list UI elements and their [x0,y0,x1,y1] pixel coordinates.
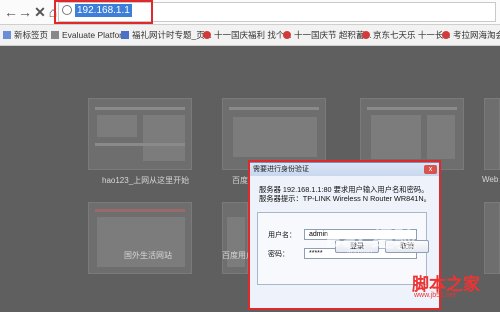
doc-icon [51,31,59,39]
dialog-titlebar: 需要进行身份验证 x [249,163,440,176]
bookmark-item[interactable]: 京东七天乐 十一长... [362,28,450,42]
fish-icon [283,31,291,39]
password-label: 密码： [268,251,289,258]
thumbnail-tile[interactable] [360,98,464,170]
thumbnail-label: hao123_上网从这里开始 [102,176,190,185]
bookmark-item[interactable]: Evaluate Platform [51,28,129,42]
thumbnail-label: Web [482,175,499,184]
page-icon [3,31,11,39]
thumbnail-label: 百度 [232,176,248,185]
username-label: 用户名： [268,232,296,239]
back-icon[interactable]: ← [4,3,18,21]
bookmark-item[interactable]: 十一国庆福利 找个... [203,28,291,42]
thumbnail-label: 国外生活网站 [124,251,172,260]
thumbnail-tile[interactable] [222,98,326,170]
address-highlight-box [54,0,153,24]
site-icon [121,31,129,39]
bookmark-item[interactable]: 福礼网计时专题_页... [121,28,212,42]
jb51-watermark-url: www.jb51.net [414,292,456,299]
baidu-watermark-sub: jingyan [347,247,373,256]
browser-toolbar: ← → ✕ ⌂ 192.168.1.1 [0,0,500,25]
bookmarks-bar: 新标签页 Evaluate Platform 福礼网计时专题_页... 十一国庆… [0,25,500,46]
fish-icon [362,31,370,39]
dialog-message: 服务器 192.168.1.1:80 要求用户输入用户名和密码。服务器提示：TP… [259,185,431,203]
bookmark-item[interactable]: 新标签页 [3,28,48,42]
bookmark-item[interactable]: 考拉网海淘会... [442,28,500,42]
close-icon[interactable]: x [424,165,437,174]
fish-icon [203,31,211,39]
thumbnail-tile[interactable] [484,202,500,274]
thumbnail-tile[interactable] [222,202,248,274]
dialog-title: 需要进行身份验证 [253,166,309,173]
bookmark-item[interactable]: 十一国庆节 超积蓄... [283,28,371,42]
stop-icon[interactable]: ✕ [33,3,47,21]
thumbnail-tile[interactable] [88,202,192,274]
fish-icon [442,31,450,39]
thumbnail-tile[interactable] [88,98,192,170]
forward-icon[interactable]: → [18,3,32,21]
thumbnail-tile[interactable] [484,98,500,170]
